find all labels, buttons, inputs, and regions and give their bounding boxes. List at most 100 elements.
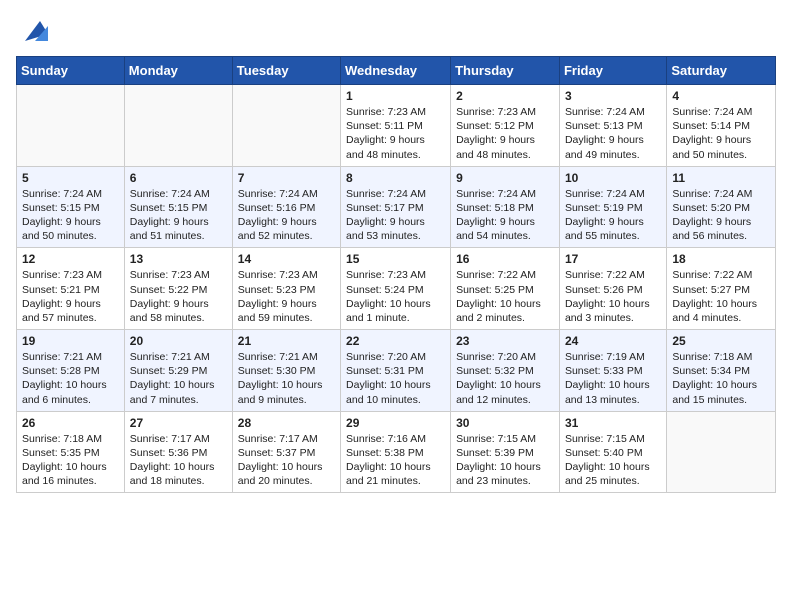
- logo-icon: [20, 16, 50, 46]
- day-number: 22: [346, 334, 445, 348]
- day-number: 10: [565, 171, 661, 185]
- calendar-cell: 25Sunrise: 7:18 AM Sunset: 5:34 PM Dayli…: [667, 330, 776, 412]
- day-info: Sunrise: 7:21 AM Sunset: 5:29 PM Dayligh…: [130, 350, 227, 407]
- day-info: Sunrise: 7:24 AM Sunset: 5:13 PM Dayligh…: [565, 105, 661, 162]
- calendar-cell: 19 Sunrise: 7:21 AM Sunset: 5:28 PM Dayli…: [17, 330, 125, 412]
- calendar-cell: 21 Sunrise: 7:21 AM Sunset: 5:30 PM Dayli…: [232, 330, 340, 412]
- day-number: 21: [238, 334, 335, 348]
- day-info: Sunrise: 7:20 AM Sunset: 5:31 PM Dayligh…: [346, 350, 445, 407]
- calendar-week-row: 12 Sunrise: 7:23 AM Sunset: 5:21 PM Dayli…: [17, 248, 776, 330]
- calendar-cell: 1 Sunrise: 7:23 AM Sunset: 5:11 PM Daylig…: [341, 85, 451, 167]
- day-number: 5: [22, 171, 119, 185]
- day-number: 1: [346, 89, 445, 103]
- calendar-cell: 30 Sunrise: 7:15 AM Sunset: 5:39 PM Dayli…: [451, 411, 560, 493]
- day-number: 16: [456, 252, 554, 266]
- logo: [16, 16, 50, 46]
- day-number: 6: [130, 171, 227, 185]
- weekday-header-row: SundayMondayTuesdayWednesdayThursdayFrid…: [17, 57, 776, 85]
- weekday-header-friday: Friday: [559, 57, 666, 85]
- calendar-cell: 4 Sunrise: 7:24 AM Sunset: 5:14 PM Daylig…: [667, 85, 776, 167]
- day-number: 15: [346, 252, 445, 266]
- day-info: Sunrise: 7:21 AM Sunset: 5:28 PM Dayligh…: [22, 350, 119, 407]
- calendar-cell: 15 Sunrise: 7:23 AM Sunset: 5:24 PM Dayli…: [341, 248, 451, 330]
- day-info: Sunrise: 7:15 AM Sunset: 5:40 PM Dayligh…: [565, 432, 661, 489]
- day-number: 4: [672, 89, 770, 103]
- day-number: 8: [346, 171, 445, 185]
- day-info: Sunrise: 7:24 AM Sunset: 5:14 PM Dayligh…: [672, 105, 770, 162]
- calendar-cell: [232, 85, 340, 167]
- day-info: Sunrise: 7:18 AM Sunset: 5:35 PM Dayligh…: [22, 432, 119, 489]
- calendar-cell: 5 Sunrise: 7:24 AM Sunset: 5:15 PM Daylig…: [17, 166, 125, 248]
- calendar-cell: 7 Sunrise: 7:24 AM Sunset: 5:16 PM Daylig…: [232, 166, 340, 248]
- day-info: Sunrise: 7:21 AM Sunset: 5:30 PM Dayligh…: [238, 350, 335, 407]
- day-info: Sunrise: 7:23 AM Sunset: 5:12 PM Dayligh…: [456, 105, 554, 162]
- calendar-cell: 20 Sunrise: 7:21 AM Sunset: 5:29 PM Dayli…: [124, 330, 232, 412]
- day-info: Sunrise: 7:16 AM Sunset: 5:38 PM Dayligh…: [346, 432, 445, 489]
- day-number: 26: [22, 416, 119, 430]
- calendar-cell: 29 Sunrise: 7:16 AM Sunset: 5:38 PM Dayli…: [341, 411, 451, 493]
- day-number: 28: [238, 416, 335, 430]
- weekday-header-monday: Monday: [124, 57, 232, 85]
- day-number: 2: [456, 89, 554, 103]
- day-info: Sunrise: 7:19 AM Sunset: 5:33 PM Dayligh…: [565, 350, 661, 407]
- day-number: 30: [456, 416, 554, 430]
- calendar-week-row: 19 Sunrise: 7:21 AM Sunset: 5:28 PM Dayli…: [17, 330, 776, 412]
- calendar-week-row: 1 Sunrise: 7:23 AM Sunset: 5:11 PM Daylig…: [17, 85, 776, 167]
- day-number: 25: [672, 334, 770, 348]
- day-info: Sunrise: 7:23 AM Sunset: 5:11 PM Dayligh…: [346, 105, 445, 162]
- weekday-header-saturday: Saturday: [667, 57, 776, 85]
- day-info: Sunrise: 7:22 AM Sunset: 5:27 PM Dayligh…: [672, 268, 770, 325]
- day-number: 12: [22, 252, 119, 266]
- weekday-header-thursday: Thursday: [451, 57, 560, 85]
- calendar-cell: 28 Sunrise: 7:17 AM Sunset: 5:37 PM Dayli…: [232, 411, 340, 493]
- calendar-cell: 8 Sunrise: 7:24 AM Sunset: 5:17 PM Daylig…: [341, 166, 451, 248]
- calendar-cell: [667, 411, 776, 493]
- day-number: 3: [565, 89, 661, 103]
- calendar-week-row: 5 Sunrise: 7:24 AM Sunset: 5:15 PM Daylig…: [17, 166, 776, 248]
- calendar-cell: 11Sunrise: 7:24 AM Sunset: 5:20 PM Dayli…: [667, 166, 776, 248]
- day-info: Sunrise: 7:23 AM Sunset: 5:21 PM Dayligh…: [22, 268, 119, 325]
- calendar-cell: 13Sunrise: 7:23 AM Sunset: 5:22 PM Dayli…: [124, 248, 232, 330]
- day-number: 7: [238, 171, 335, 185]
- day-info: Sunrise: 7:17 AM Sunset: 5:36 PM Dayligh…: [130, 432, 227, 489]
- day-number: 17: [565, 252, 661, 266]
- day-info: Sunrise: 7:23 AM Sunset: 5:24 PM Dayligh…: [346, 268, 445, 325]
- calendar-week-row: 26 Sunrise: 7:18 AM Sunset: 5:35 PM Dayli…: [17, 411, 776, 493]
- day-info: Sunrise: 7:23 AM Sunset: 5:22 PM Dayligh…: [130, 268, 227, 325]
- calendar-cell: 22 Sunrise: 7:20 AM Sunset: 5:31 PM Dayli…: [341, 330, 451, 412]
- calendar-cell: 3 Sunrise: 7:24 AM Sunset: 5:13 PM Daylig…: [559, 85, 666, 167]
- calendar-cell: 31 Sunrise: 7:15 AM Sunset: 5:40 PM Dayli…: [559, 411, 666, 493]
- day-info: Sunrise: 7:24 AM Sunset: 5:18 PM Dayligh…: [456, 187, 554, 244]
- day-number: 29: [346, 416, 445, 430]
- calendar-cell: [17, 85, 125, 167]
- day-number: 11: [672, 171, 770, 185]
- day-info: Sunrise: 7:24 AM Sunset: 5:15 PM Dayligh…: [22, 187, 119, 244]
- day-number: 14: [238, 252, 335, 266]
- day-number: 23: [456, 334, 554, 348]
- day-info: Sunrise: 7:17 AM Sunset: 5:37 PM Dayligh…: [238, 432, 335, 489]
- day-number: 20: [130, 334, 227, 348]
- calendar-table: SundayMondayTuesdayWednesdayThursdayFrid…: [16, 56, 776, 493]
- day-info: Sunrise: 7:24 AM Sunset: 5:19 PM Dayligh…: [565, 187, 661, 244]
- calendar-cell: 12 Sunrise: 7:23 AM Sunset: 5:21 PM Dayli…: [17, 248, 125, 330]
- day-info: Sunrise: 7:22 AM Sunset: 5:26 PM Dayligh…: [565, 268, 661, 325]
- calendar-cell: 16 Sunrise: 7:22 AM Sunset: 5:25 PM Dayli…: [451, 248, 560, 330]
- weekday-header-tuesday: Tuesday: [232, 57, 340, 85]
- page-header: [16, 16, 776, 46]
- calendar-cell: 26 Sunrise: 7:18 AM Sunset: 5:35 PM Dayli…: [17, 411, 125, 493]
- calendar-cell: [124, 85, 232, 167]
- day-info: Sunrise: 7:24 AM Sunset: 5:15 PM Dayligh…: [130, 187, 227, 244]
- day-number: 18: [672, 252, 770, 266]
- day-info: Sunrise: 7:24 AM Sunset: 5:16 PM Dayligh…: [238, 187, 335, 244]
- day-info: Sunrise: 7:15 AM Sunset: 5:39 PM Dayligh…: [456, 432, 554, 489]
- calendar-cell: 14Sunrise: 7:23 AM Sunset: 5:23 PM Dayli…: [232, 248, 340, 330]
- weekday-header-wednesday: Wednesday: [341, 57, 451, 85]
- day-info: Sunrise: 7:24 AM Sunset: 5:17 PM Dayligh…: [346, 187, 445, 244]
- day-number: 31: [565, 416, 661, 430]
- day-info: Sunrise: 7:22 AM Sunset: 5:25 PM Dayligh…: [456, 268, 554, 325]
- day-number: 19: [22, 334, 119, 348]
- calendar-cell: 10 Sunrise: 7:24 AM Sunset: 5:19 PM Dayli…: [559, 166, 666, 248]
- calendar-cell: 9Sunrise: 7:24 AM Sunset: 5:18 PM Daylig…: [451, 166, 560, 248]
- weekday-header-sunday: Sunday: [17, 57, 125, 85]
- calendar-cell: 18 Sunrise: 7:22 AM Sunset: 5:27 PM Dayli…: [667, 248, 776, 330]
